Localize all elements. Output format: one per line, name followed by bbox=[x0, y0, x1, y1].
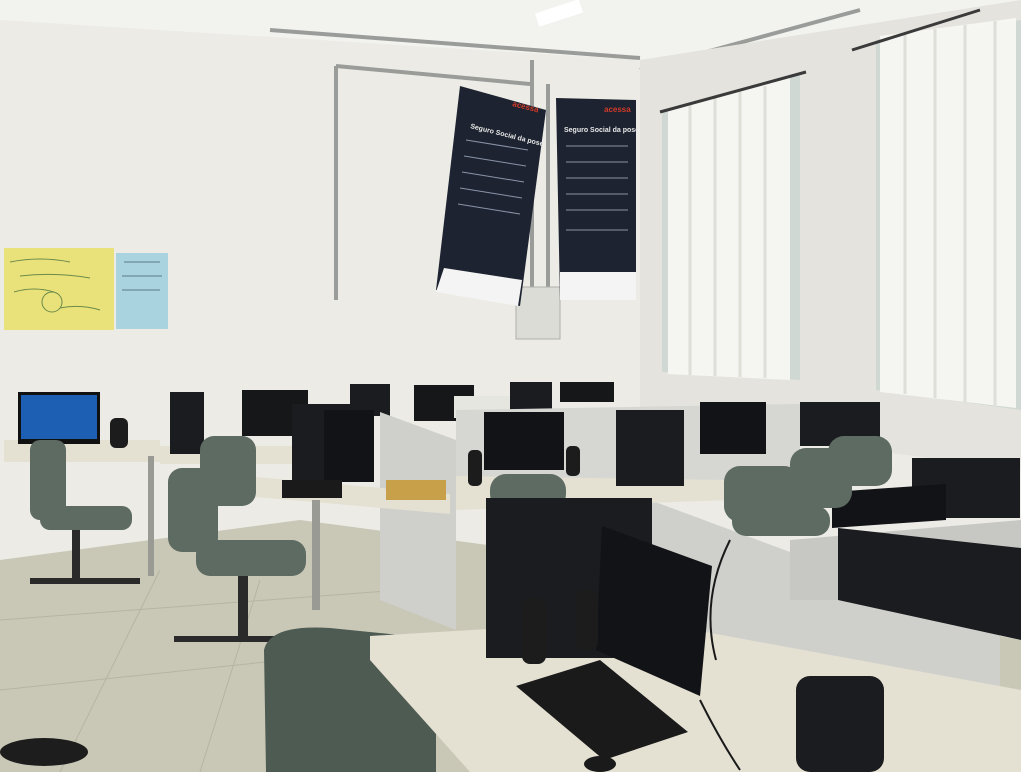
mouse bbox=[584, 756, 616, 772]
monitor-center bbox=[484, 412, 564, 470]
desk-leg bbox=[148, 456, 154, 576]
monitor-middle bbox=[324, 410, 374, 482]
trash-bin bbox=[0, 738, 88, 766]
speaker-foreground-left bbox=[522, 598, 546, 664]
ups-device bbox=[796, 676, 884, 772]
pc-tower-back-1 bbox=[170, 392, 204, 454]
monitor-right-back bbox=[700, 402, 766, 454]
computer-lab-photo: acessa Seguro Social da pose acessa Segu… bbox=[0, 0, 1021, 772]
poster-blue bbox=[116, 253, 168, 329]
desk-leg bbox=[312, 500, 320, 610]
photo-canvas: acessa Seguro Social da pose acessa Segu… bbox=[0, 0, 1021, 772]
book-stack bbox=[386, 480, 446, 500]
curtain-left bbox=[668, 78, 790, 380]
electrical-box bbox=[515, 286, 561, 340]
banner-right-brand: acessa bbox=[604, 105, 631, 114]
speaker-center-2 bbox=[566, 446, 580, 476]
partition-middle-left bbox=[380, 412, 456, 630]
banner-right-title: Seguro Social da pose bbox=[564, 127, 639, 134]
speaker-left bbox=[110, 418, 128, 448]
monitor-back-4 bbox=[560, 382, 614, 402]
keyboard-middle bbox=[282, 480, 342, 498]
speaker-foreground-right bbox=[576, 590, 598, 650]
pc-tower-center bbox=[616, 410, 684, 486]
speaker-center bbox=[468, 450, 482, 486]
